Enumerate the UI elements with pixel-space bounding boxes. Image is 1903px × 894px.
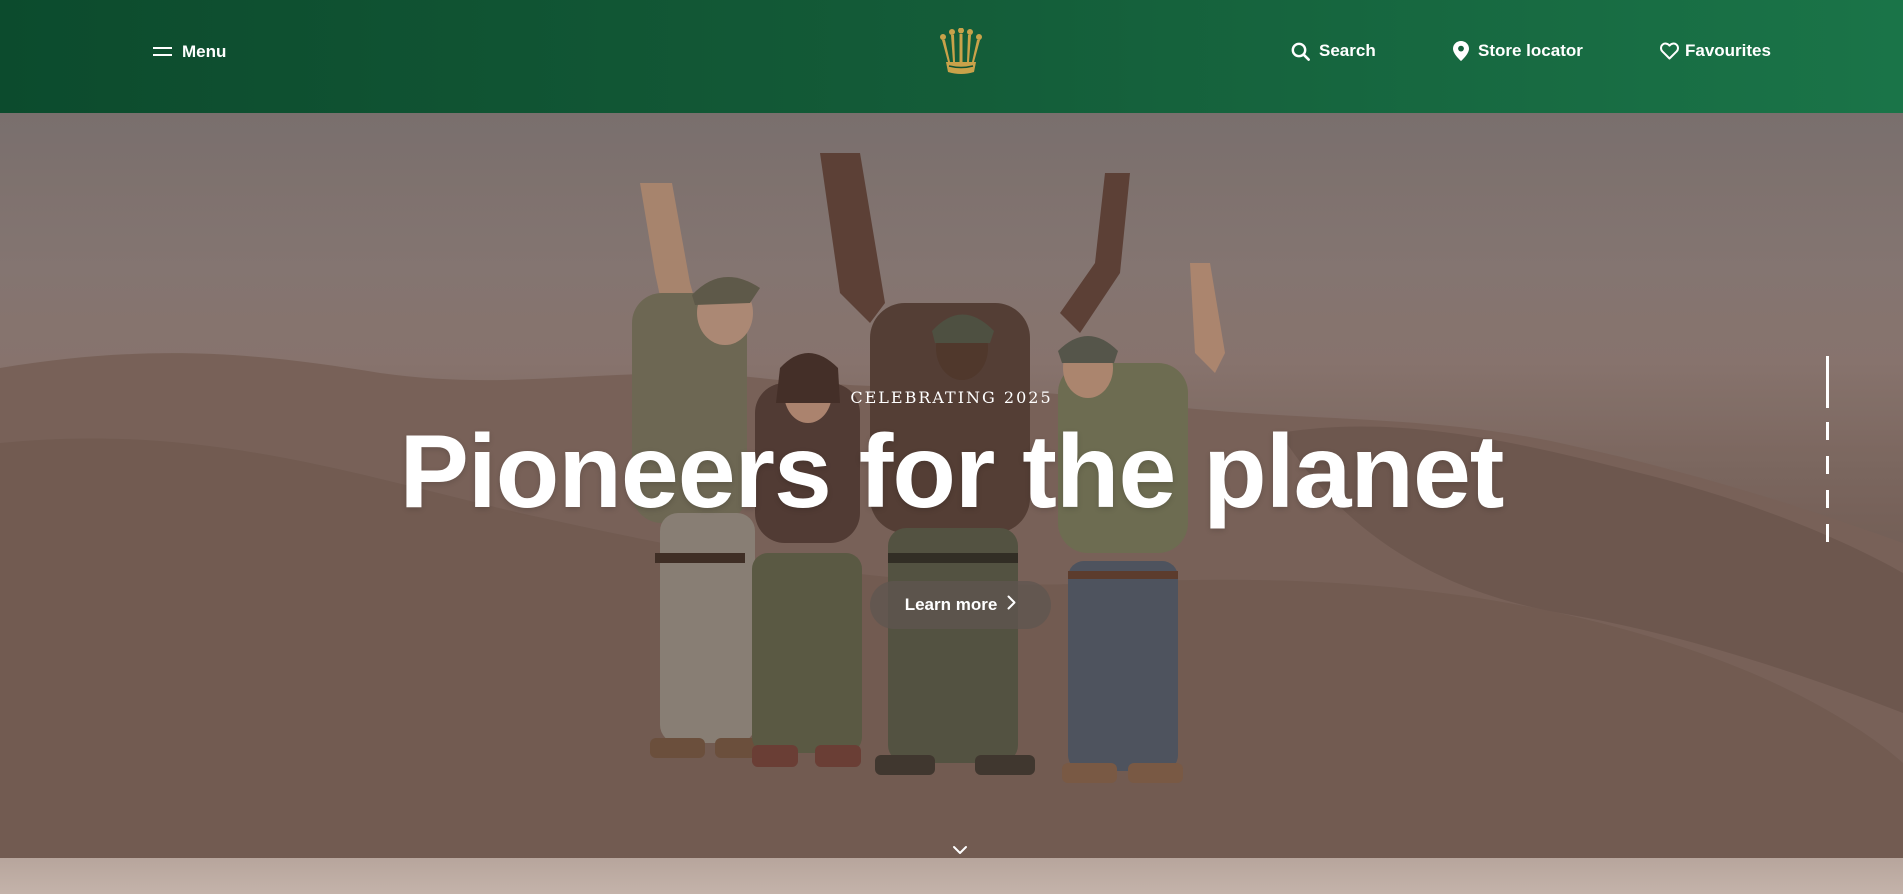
search-button[interactable]: Search <box>1291 41 1376 61</box>
location-pin-icon <box>1453 41 1469 61</box>
heart-icon <box>1660 42 1679 60</box>
slide-indicator-active[interactable] <box>1826 356 1829 408</box>
slide-indicator[interactable] <box>1826 490 1829 508</box>
store-locator-label: Store locator <box>1478 41 1583 60</box>
favourites-label: Favourites <box>1685 41 1771 60</box>
favourites-button[interactable]: Favourites <box>1660 41 1771 61</box>
slide-indicator[interactable] <box>1826 422 1829 440</box>
learn-more-label: Learn more <box>904 595 998 614</box>
slide-indicator[interactable] <box>1826 456 1829 474</box>
chevron-right-icon <box>1007 595 1016 615</box>
menu-icon <box>153 46 172 58</box>
search-icon <box>1291 42 1310 61</box>
hero-headline: Pioneers for the planet <box>399 414 1505 530</box>
ground-strip <box>0 858 1903 894</box>
store-locator-button[interactable]: Store locator <box>1453 41 1583 61</box>
site-header: Menu Search Store locator Favourites <box>0 0 1903 113</box>
chevron-down-icon[interactable] <box>951 843 969 855</box>
search-label: Search <box>1319 41 1376 60</box>
hero-banner: CELEBRATING 2025 Pioneers for the planet… <box>0 113 1903 894</box>
slide-pagination <box>1826 356 1829 542</box>
hero-eyebrow: CELEBRATING 2025 <box>850 388 1053 407</box>
menu-label: Menu <box>182 42 227 61</box>
slide-indicator[interactable] <box>1826 524 1829 542</box>
learn-more-button[interactable]: Learn more <box>870 581 1051 629</box>
menu-button[interactable]: Menu <box>153 42 226 62</box>
crown-logo[interactable] <box>938 27 984 76</box>
